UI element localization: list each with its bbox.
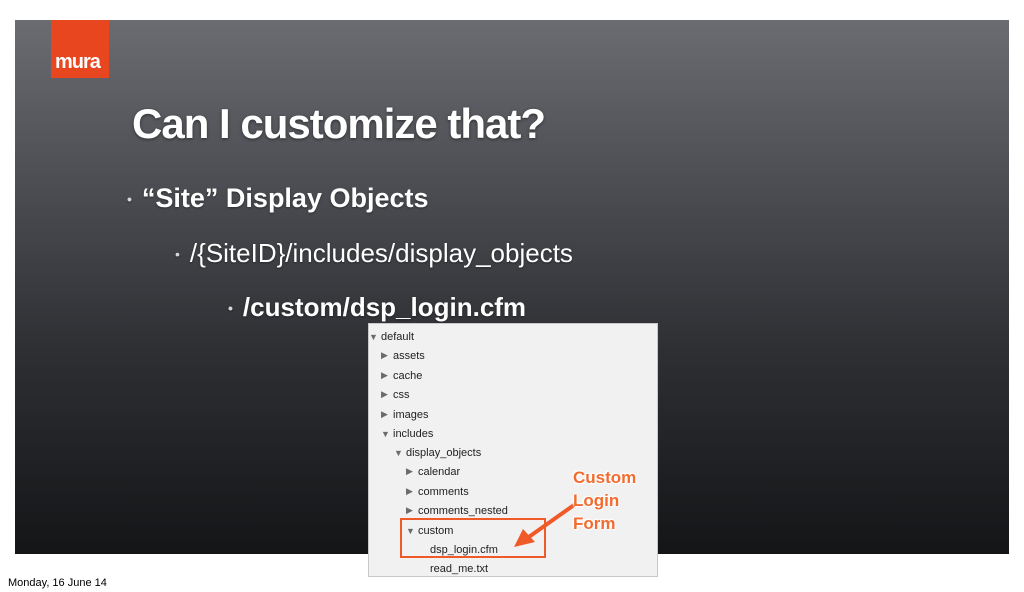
bullet-dot-icon: •	[127, 190, 132, 207]
tree-row-images[interactable]: ▶ images	[381, 405, 428, 424]
folder-label: images	[393, 408, 429, 421]
callout-line: Login	[573, 491, 620, 510]
expanded-triangle-icon[interactable]: ▼	[381, 429, 393, 439]
slide-title: Can I customize that?	[132, 100, 546, 147]
tree-row-comments[interactable]: ▶ comments	[406, 482, 469, 501]
tree-row-read-me[interactable]: read_me.txt	[430, 559, 489, 576]
mura-logo: mura	[51, 20, 109, 78]
bullet-text: “Site” Display Objects	[141, 183, 429, 213]
bullet-level-3: • /custom/dsp_login.cfm	[228, 292, 526, 323]
collapsed-triangle-icon[interactable]: ▶	[381, 350, 393, 361]
callout-arrow-icon	[514, 503, 576, 547]
collapsed-triangle-icon[interactable]: ▶	[381, 409, 393, 420]
callout-line: Custom	[573, 468, 637, 487]
bullet-level-1: • “Site” Display Objects	[127, 183, 429, 214]
collapsed-triangle-icon[interactable]: ▶	[406, 466, 418, 477]
bullet-dot-icon: •	[228, 299, 233, 316]
logo-text: mura	[55, 51, 101, 73]
tree-row-css[interactable]: ▶ css	[381, 385, 410, 404]
folder-label: assets	[393, 349, 425, 362]
folder-label: cache	[393, 369, 423, 382]
tree-row-calendar[interactable]: ▶ calendar	[406, 462, 460, 481]
folder-label: comments_nested	[418, 504, 508, 517]
folder-label: display_objects	[406, 446, 482, 459]
folder-label: calendar	[418, 465, 461, 478]
callout-label: Custom Login Form	[573, 466, 636, 535]
expanded-triangle-icon[interactable]: ▼	[369, 332, 381, 342]
tree-row-default[interactable]: ▼ default	[369, 327, 414, 346]
slide-date-footer: Monday, 16 June 14	[8, 577, 107, 589]
folder-label: comments	[418, 485, 469, 498]
collapsed-triangle-icon[interactable]: ▶	[381, 370, 393, 381]
bullet-text: /custom/dsp_login.cfm	[242, 292, 527, 322]
collapsed-triangle-icon[interactable]: ▶	[406, 486, 418, 497]
callout-line: Form	[573, 514, 616, 533]
folder-label: default	[381, 330, 415, 343]
tree-row-assets[interactable]: ▶ assets	[381, 346, 425, 365]
folder-label: css	[393, 388, 410, 401]
tree-row-display-objects[interactable]: ▼ display_objects	[394, 443, 481, 462]
bullet-level-2: • /{SiteID}/includes/display_objects	[175, 238, 573, 269]
expanded-triangle-icon[interactable]: ▼	[394, 448, 406, 458]
bullet-text: /{SiteID}/includes/display_objects	[189, 238, 573, 268]
collapsed-triangle-icon[interactable]: ▶	[381, 389, 393, 400]
tree-row-cache[interactable]: ▶ cache	[381, 366, 422, 385]
collapsed-triangle-icon[interactable]: ▶	[406, 505, 418, 516]
file-label: read_me.txt	[430, 562, 489, 575]
bullet-dot-icon: •	[175, 245, 180, 262]
folder-label: includes	[393, 427, 434, 440]
tree-row-includes[interactable]: ▼ includes	[381, 424, 433, 443]
